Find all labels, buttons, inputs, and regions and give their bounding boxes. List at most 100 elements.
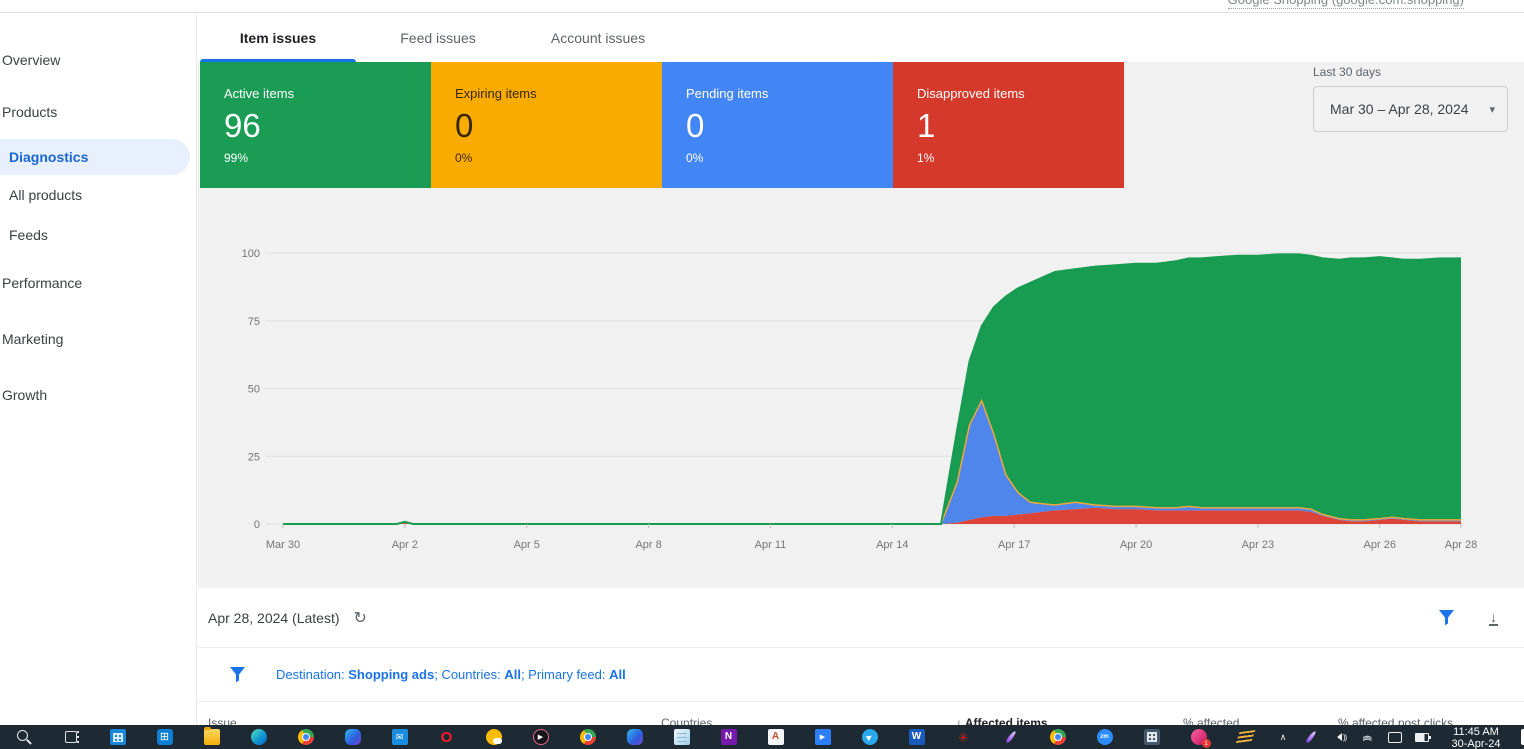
tab-item-issues[interactable]: Item issues [198, 14, 358, 62]
camera-icon[interactable] [1387, 729, 1403, 745]
volume-icon[interactable] [1331, 729, 1347, 745]
sidebar-item-diagnostics[interactable]: Diagnostics [0, 139, 190, 175]
svg-text:75: 75 [248, 316, 260, 328]
svg-text:25: 25 [248, 451, 260, 463]
zoom-icon[interactable]: zm [1097, 729, 1113, 745]
telegram-icon[interactable]: ▶ [862, 729, 878, 745]
filter-chips-text[interactable]: Destination: Shopping ads; Countries: Al… [276, 667, 626, 682]
issues-tabs: Item issuesFeed issuesAccount issues [198, 14, 1524, 62]
sidebar-item-performance[interactable]: Performance [0, 263, 196, 303]
sidebar-item-marketing[interactable]: Marketing [0, 319, 196, 359]
active-filters-row: Destination: Shopping ads; Countries: Al… [198, 648, 1524, 702]
filter-segment: Destination: [276, 667, 348, 682]
svg-text:100: 100 [242, 248, 260, 260]
movies-tv-icon[interactable]: ▶ [815, 729, 831, 745]
card-label: Pending items [686, 86, 893, 101]
chrome-icon[interactable] [298, 729, 314, 745]
chrome-profile-icon[interactable] [580, 729, 596, 745]
card-value: 0 [686, 109, 893, 142]
notification-badge: 1 [1202, 739, 1211, 748]
chrome-profile-2-icon[interactable] [1050, 729, 1066, 745]
gold-swoosh-icon[interactable] [1238, 729, 1254, 745]
date-range-label: Last 30 days [1313, 65, 1508, 79]
weather-icon[interactable] [486, 729, 502, 745]
snapshot-date-label: Apr 28, 2024 (Latest) [208, 610, 340, 626]
svg-text:Apr 20: Apr 20 [1120, 539, 1152, 551]
red-logo-icon[interactable]: ✳ [956, 729, 972, 745]
filter-segment: ; Countries: [434, 667, 504, 682]
edge-icon[interactable] [251, 729, 267, 745]
svg-text:Apr 5: Apr 5 [514, 539, 540, 551]
card-active-items[interactable]: Active items 96 99% [200, 62, 431, 188]
card-disapproved-items[interactable]: Disapproved items 1 1% [893, 62, 1124, 188]
svg-text:Apr 28: Apr 28 [1445, 539, 1477, 551]
svg-text:Apr 23: Apr 23 [1242, 539, 1274, 551]
card-percent: 0% [686, 151, 893, 165]
download-icon[interactable]: ↓ [1489, 610, 1498, 626]
sidebar-item-all-products[interactable]: All products [0, 175, 196, 215]
merchant-center-diagnostics-page: Google Shopping (google.com.shopping) Ov… [0, 0, 1524, 749]
mail-icon[interactable]: ✉ [392, 729, 408, 745]
sidebar-nav: Overview Products DiagnosticsAll productsF… [0, 14, 197, 725]
svg-text:Apr 26: Apr 26 [1364, 539, 1396, 551]
taskbar-clock[interactable]: 11:45 AM30-Apr-24 [1441, 725, 1511, 749]
pink-badge-icon[interactable]: 1 [1191, 729, 1207, 745]
tab-feed-issues[interactable]: Feed issues [358, 14, 518, 62]
tray-feather-icon[interactable] [1303, 729, 1319, 745]
chevron-down-icon: ▾ [1489, 103, 1495, 116]
filter-icon[interactable] [1438, 609, 1455, 626]
office-icon[interactable] [345, 729, 361, 745]
diagnostics-panel: Active items9699%Expiring items00%Pendin… [198, 62, 1524, 588]
svg-text:Apr 11: Apr 11 [755, 539, 787, 551]
filter-segment: All [504, 667, 521, 682]
refresh-icon[interactable]: ↻ [354, 608, 367, 628]
wordpad-icon[interactable]: A [768, 729, 784, 745]
summary-cards: Active items9699%Expiring items00%Pendin… [200, 62, 1124, 188]
filter-funnel-icon[interactable] [229, 666, 246, 683]
opera-icon[interactable]: O [439, 729, 455, 745]
filter-segment: All [609, 667, 626, 682]
battery-icon[interactable] [1415, 729, 1431, 745]
calculator-icon[interactable] [1144, 729, 1160, 745]
date-range-select[interactable]: Mar 30 – Apr 28, 2024 ▾ [1313, 86, 1508, 132]
file-explorer-icon[interactable] [204, 729, 220, 745]
network-icon[interactable]: ((( [1359, 729, 1375, 745]
notepad-icon[interactable] [674, 729, 690, 745]
card-percent: 1% [917, 151, 1124, 165]
svg-text:Mar 30: Mar 30 [266, 539, 300, 551]
stacked-area-chart[interactable]: 0255075100Mar 30Apr 2Apr 5Apr 8Apr 11Apr… [198, 240, 1524, 570]
calendar-icon[interactable] [110, 729, 126, 745]
media-player-icon[interactable]: ▶ [533, 729, 549, 745]
items-status-chart[interactable]: 0255075100Mar 30Apr 2Apr 5Apr 8Apr 11Apr… [198, 240, 1524, 570]
date-range-filter: Last 30 days Mar 30 – Apr 28, 2024 ▾ [1313, 65, 1508, 132]
card-value: 96 [224, 109, 431, 142]
task-view-icon[interactable] [63, 729, 79, 745]
search-icon[interactable] [16, 729, 32, 745]
store-icon[interactable]: ⊞ [157, 729, 173, 745]
sidebar-item-growth[interactable]: Growth [0, 375, 196, 415]
card-percent: 0% [455, 151, 662, 165]
filter-segment: ; Primary feed: [521, 667, 609, 682]
filter-segment: Shopping ads [348, 667, 434, 682]
card-label: Disapproved items [917, 86, 1124, 101]
svg-text:Apr 17: Apr 17 [998, 539, 1030, 551]
card-label: Active items [224, 86, 431, 101]
card-expiring-items[interactable]: Expiring items00% [431, 62, 662, 188]
feather-icon[interactable] [1003, 729, 1019, 745]
windows-taskbar: ⊞ ✉ O ▶ N A ▶ ▶ W ✳ zm 1 ∧ ((( 11:45 AM30-Apr-24 [0, 725, 1524, 749]
sidebar-item-overview[interactable]: Overview [0, 40, 196, 80]
onenote-icon[interactable]: N [721, 729, 737, 745]
copilot-icon[interactable] [627, 729, 643, 745]
card-value: 0 [455, 109, 662, 142]
snapshot-date-row: Apr 28, 2024 (Latest) ↻ ↓ [198, 588, 1524, 648]
card-value: 1 [917, 109, 1124, 142]
tab-account-issues[interactable]: Account issues [518, 14, 678, 62]
account-switcher[interactable]: Google Shopping (google.com.shopping) [1228, 0, 1464, 9]
sidebar-item-feeds[interactable]: Feeds [0, 215, 196, 255]
sidebar-item-products[interactable]: Products [0, 92, 196, 132]
card-pending-items[interactable]: Pending items 0 0% [662, 62, 893, 188]
svg-text:50: 50 [248, 384, 260, 396]
word-icon[interactable]: W [909, 729, 925, 745]
tray-chevron-up-icon[interactable]: ∧ [1275, 729, 1291, 745]
card-percent: 99% [224, 151, 431, 165]
